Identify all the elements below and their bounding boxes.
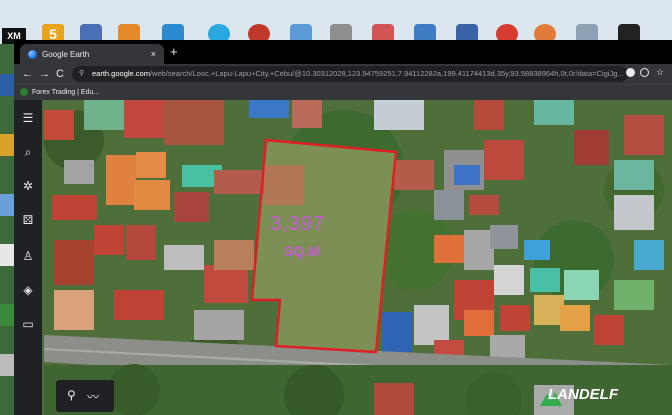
earth-map-view[interactable] [14, 100, 672, 415]
url-text: earth.google.com/web/search/Looc,+Lapu-L… [92, 66, 624, 82]
desktop-background: XM 5 [0, 0, 672, 44]
desktop-icon[interactable] [0, 74, 14, 96]
ruler-icon[interactable]: ▭ [22, 318, 34, 330]
url-path: /web/search/Looc,+Lapu-Lapu+City,+Cebu/@… [149, 69, 624, 78]
desktop-icon[interactable] [0, 304, 14, 326]
watermark: LANDELF [548, 386, 618, 403]
google-earth-favicon-icon [28, 50, 37, 59]
satellite-imagery [14, 100, 672, 415]
address-bar[interactable]: ⚲ earth.google.com/web/search/Looc,+Lapu… [72, 66, 628, 82]
desktop-icon[interactable] [0, 354, 14, 376]
bookmark-label: Forex Trading | Edu... [32, 88, 100, 96]
site-info-icon[interactable]: ⚲ [79, 66, 84, 82]
tab-strip: Google Earth × + [14, 40, 672, 64]
bookmark-favicon-icon [20, 88, 28, 96]
desktop-icons-column [0, 44, 14, 415]
tab-google-earth[interactable]: Google Earth × [20, 44, 164, 64]
bookmark-item[interactable]: Forex Trading | Edu... [20, 88, 99, 96]
layers-icon[interactable]: ◈ [22, 284, 34, 296]
search-icon[interactable]: ⌕ [22, 146, 34, 158]
projects-icon[interactable]: ✲ [22, 180, 34, 192]
bookmarks-bar: Forex Trading | Edu... [14, 84, 672, 101]
back-button[interactable]: ← [22, 67, 33, 81]
tab-close-icon[interactable]: × [151, 49, 156, 59]
dice-icon[interactable]: ⚄ [22, 214, 34, 226]
new-tab-button[interactable]: + [170, 44, 178, 60]
earth-sidebar: ☰ ⌕ ✲ ⚄ ♙ ◈ ▭ [14, 100, 42, 415]
share-icon[interactable] [640, 68, 649, 77]
area-value-label: 3,397 [270, 213, 326, 235]
location-pin-icon[interactable]: ⚲ [67, 388, 76, 402]
tab-title: Google Earth [42, 50, 90, 59]
menu-icon[interactable]: ☰ [22, 112, 34, 124]
reload-button[interactable]: C [56, 67, 64, 81]
desktop-icon[interactable] [0, 134, 14, 156]
browser-toolbar: ← → C ⚲ earth.google.com/web/search/Looc… [14, 64, 672, 84]
earth-bottom-tools: ⚲ 〰 [56, 380, 114, 412]
pegman-icon[interactable]: ♙ [22, 250, 34, 262]
desktop-icon[interactable] [0, 194, 14, 216]
forward-button[interactable]: → [39, 67, 50, 81]
url-host: earth.google.com [92, 69, 150, 78]
google-lens-icon[interactable] [626, 68, 635, 77]
bookmark-star-icon[interactable]: ☆ [656, 67, 664, 78]
measure-path-icon[interactable]: 〰 [87, 388, 99, 405]
area-unit-label: SQ.M [284, 243, 320, 259]
desktop-icon[interactable] [0, 244, 14, 266]
